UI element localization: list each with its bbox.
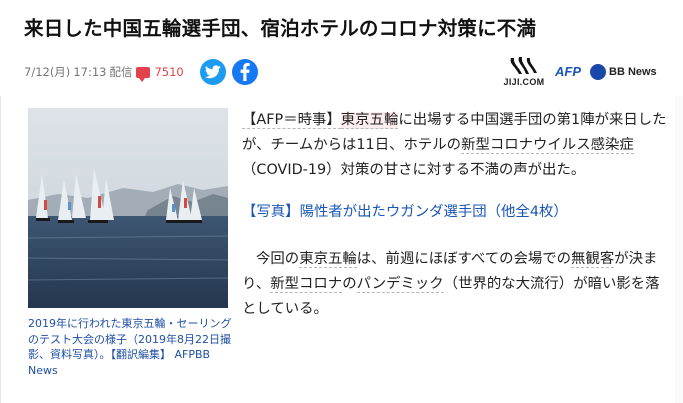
- photo-caption[interactable]: 2019年に行われた東京五輪・セーリングのテスト大会の様子（2019年8月22日…: [28, 316, 232, 378]
- delivery-label: 配信: [109, 65, 133, 79]
- facebook-share-button[interactable]: [232, 59, 258, 85]
- article-photo[interactable]: [28, 108, 228, 308]
- related-photo-link[interactable]: 【写真】陽性者が出たウガンダ選手団（他全4枚）: [242, 200, 667, 225]
- article-body: 【AFP＝時事】東京五輪に出場する中国選手団の第1陣が来日したが、チームからは1…: [242, 108, 667, 339]
- paragraph-text: は、前週にほぼすべての会場での: [356, 251, 572, 267]
- twitter-icon: [205, 65, 221, 79]
- jiji-logo-text: JIJI.COM: [503, 77, 545, 87]
- facebook-icon: [240, 63, 250, 81]
- article-meta: 7/12(月) 17:13 配信 7510: [24, 63, 184, 82]
- scrollbar-track[interactable]: [675, 96, 683, 403]
- sailing-photo: [28, 108, 228, 308]
- keyword-link-covid[interactable]: 新型コロナウイルス感染症: [461, 137, 634, 154]
- keyword-link-new-coronavirus[interactable]: 新型コロナ: [270, 276, 343, 293]
- comment-count[interactable]: 7510: [154, 65, 183, 79]
- paragraph-text: の: [342, 276, 357, 292]
- jiji-mark-icon: [510, 57, 537, 74]
- paragraph-text: 今回の: [256, 251, 300, 267]
- jiji-logo[interactable]: JIJI.COM: [495, 56, 553, 87]
- paragraph-2: 今回の東京五輪は、前週にほぼすべての会場での無観客が決まり、新型コロナのパンデミ…: [242, 247, 667, 322]
- article-date: 7/12(月): [24, 65, 71, 79]
- article-title: 来日した中国五輪選手団、宿泊ホテルのコロナ対策に不満: [24, 17, 537, 40]
- afp-logo[interactable]: AFP: [555, 64, 581, 79]
- comment-icon[interactable]: [136, 66, 151, 82]
- source-tag: 【AFP＝時事】: [242, 112, 341, 129]
- left-border: [0, 96, 1, 403]
- paragraph-text: （COVID-19）対策の甘さに対する不満の声が出た。: [242, 162, 586, 178]
- keyword-link-pandemic[interactable]: パンデミック: [356, 276, 444, 293]
- twitter-share-button[interactable]: [200, 59, 226, 85]
- keyword-link-no-spectators[interactable]: 無観客: [571, 251, 615, 268]
- keyword-link-tokyo-olympics[interactable]: 東京五輪: [340, 112, 399, 129]
- afpbb-dot-icon: [590, 64, 606, 80]
- keyword-link-tokyo-olympics[interactable]: 東京五輪: [299, 251, 357, 268]
- bb-news-logo[interactable]: BB News: [609, 66, 657, 78]
- paragraph-1: 【AFP＝時事】東京五輪に出場する中国選手団の第1陣が来日したが、チームからは1…: [242, 108, 667, 183]
- article-time: 17:13: [73, 65, 107, 79]
